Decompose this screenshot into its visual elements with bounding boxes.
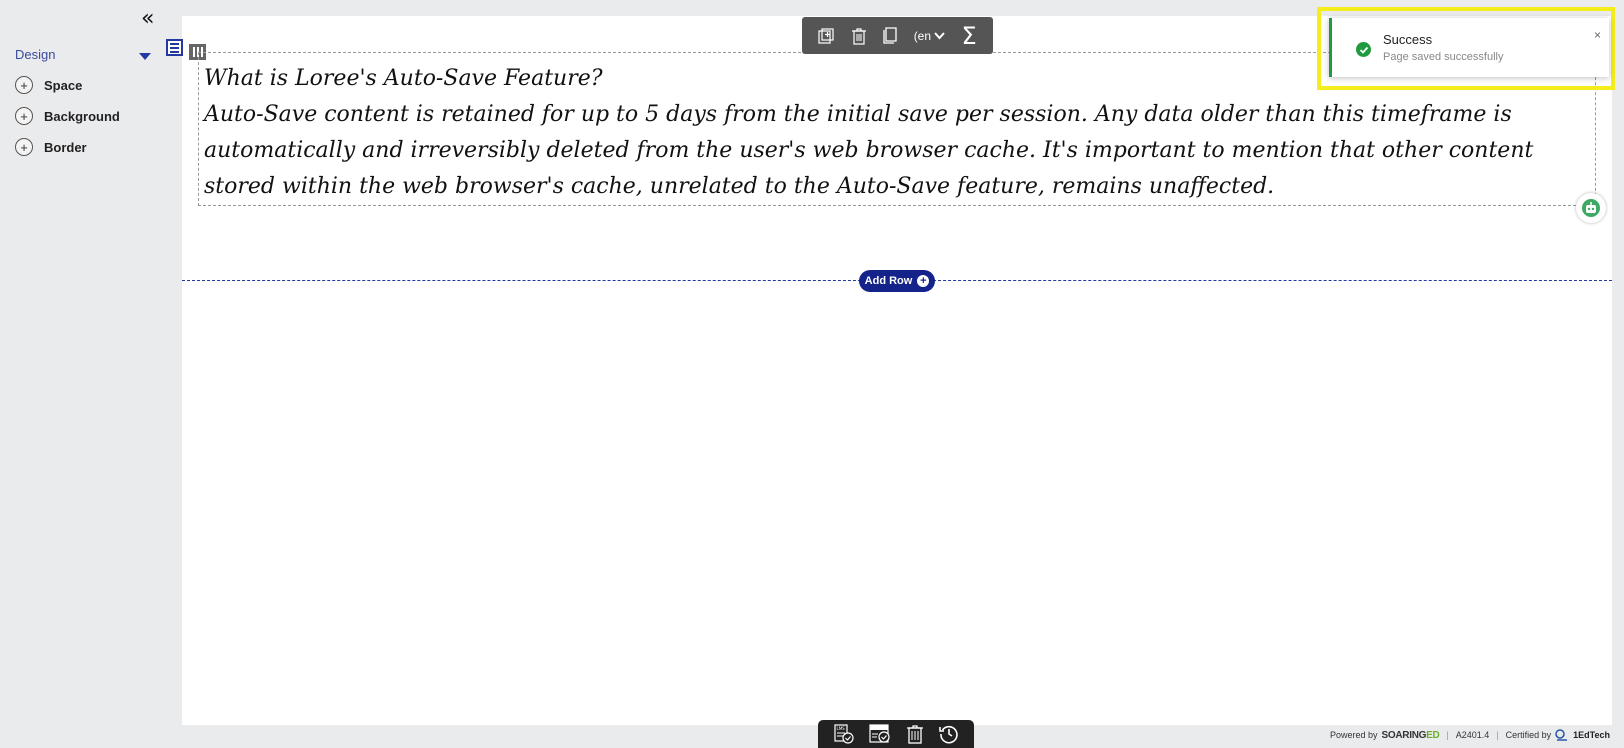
sidebar-item-background[interactable]: + Background: [15, 105, 120, 127]
certified-by-label: Certified by: [1505, 730, 1552, 740]
footer: Powered by SOARINGED | A2401.4 | Certifi…: [1330, 729, 1610, 741]
sidebar-item-border[interactable]: + Border: [15, 136, 87, 158]
trash-icon[interactable]: [906, 724, 924, 744]
sidebar-item-label: Space: [44, 77, 83, 93]
close-icon[interactable]: ×: [1594, 28, 1601, 42]
language-dropdown[interactable]: (en: [914, 29, 945, 43]
lms-check-icon[interactable]: LMS: [833, 724, 854, 744]
design-section-toggle[interactable]: Design: [15, 46, 151, 66]
sidebar-item-space[interactable]: + Space: [15, 74, 82, 96]
powered-by-label: Powered by: [1330, 730, 1378, 740]
brand-logo: SOARINGED: [1381, 729, 1440, 741]
content-body: Auto-Save content is retained for up to …: [204, 102, 1534, 199]
plus-circle-icon[interactable]: +: [15, 107, 33, 125]
design-section-label: Design: [15, 47, 56, 62]
design-sidebar: « Design + Space + Background + Border: [0, 0, 182, 748]
add-row-button[interactable]: Add Row +: [859, 270, 935, 292]
check-circle-icon: [1356, 42, 1371, 57]
plus-circle-icon[interactable]: +: [15, 138, 33, 156]
delete-icon[interactable]: [851, 27, 867, 45]
collapse-sidebar-icon[interactable]: «: [141, 8, 154, 30]
plus-icon: +: [917, 275, 930, 287]
version-label: A2401.4: [1455, 730, 1490, 740]
history-icon[interactable]: [938, 724, 959, 744]
language-label: (en: [913, 28, 932, 43]
chevron-down-icon: [934, 31, 945, 39]
row-menu-icon[interactable]: [166, 39, 183, 56]
toast-message: Page saved successfully: [1383, 51, 1504, 63]
copy-icon[interactable]: [883, 27, 897, 44]
element-toolbar: (en Σ: [802, 17, 993, 54]
sidebar-item-label: Border: [44, 139, 87, 155]
plus-circle-icon[interactable]: +: [15, 76, 33, 94]
sidebar-item-label: Background: [44, 108, 120, 124]
caret-down-icon: [139, 53, 151, 60]
bottom-toolbar: LMS: [818, 720, 974, 748]
add-row-label: Add Row: [864, 275, 913, 287]
success-toast: Success Page saved successfully ×: [1329, 18, 1609, 77]
assistant-bot-icon[interactable]: [1576, 193, 1606, 223]
certifier-name: 1EdTech: [1573, 730, 1610, 740]
duplicate-icon[interactable]: [818, 27, 834, 44]
certifier-logo-icon: [1555, 729, 1568, 741]
svg-text:LMS: LMS: [836, 726, 845, 731]
toast-title: Success: [1383, 32, 1433, 47]
math-formula-icon[interactable]: Σ: [962, 22, 977, 50]
page-check-icon[interactable]: [868, 724, 891, 744]
